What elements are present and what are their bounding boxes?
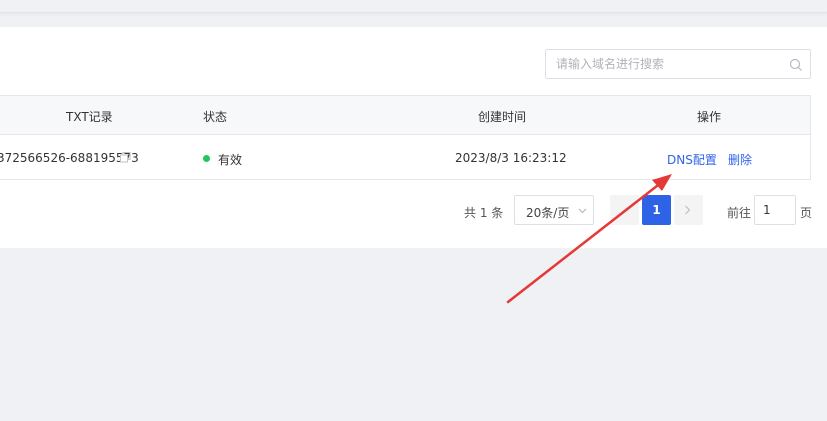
txt-record-value: 372566526-688195573 <box>0 151 139 165</box>
chevron-right-icon <box>685 205 691 215</box>
top-strip <box>0 0 827 13</box>
search-box[interactable] <box>545 49 811 79</box>
copy-icon[interactable] <box>120 152 131 163</box>
page-size-select[interactable]: 20条/页 <box>514 195 594 225</box>
table-header: TXT记录 状态 创建时间 操作 <box>0 96 810 135</box>
content-panel: TXT记录 状态 创建时间 操作 372566526-688195573 有效 … <box>0 27 827 248</box>
dns-config-button[interactable]: DNS配置 <box>667 151 717 168</box>
prev-page-button[interactable] <box>610 195 639 225</box>
column-header-actions: 操作 <box>697 110 722 124</box>
chevron-down-icon <box>578 208 587 214</box>
page-number-current[interactable]: 1 <box>642 195 671 225</box>
status-dot-icon <box>203 155 210 162</box>
page-size-value: 20条/页 <box>526 206 570 220</box>
column-header-created-at: 创建时间 <box>478 110 527 124</box>
goto-label: 前往 <box>727 206 752 220</box>
column-header-status: 状态 <box>203 110 228 124</box>
column-header-txt-record: TXT记录 <box>66 110 113 124</box>
pagination-total: 共 1 条 <box>464 206 504 220</box>
search-icon[interactable] <box>789 58 803 72</box>
next-page-button[interactable] <box>674 195 703 225</box>
status-badge: 有效 <box>218 153 243 167</box>
search-input[interactable] <box>556 50 776 78</box>
goto-page-input[interactable] <box>754 195 796 225</box>
created-at-value: 2023/8/3 16:23:12 <box>455 151 567 165</box>
goto-suffix: 页 <box>800 206 813 220</box>
txt-records-table: TXT记录 状态 创建时间 操作 372566526-688195573 有效 … <box>0 95 811 180</box>
delete-button[interactable]: 删除 <box>728 151 752 168</box>
